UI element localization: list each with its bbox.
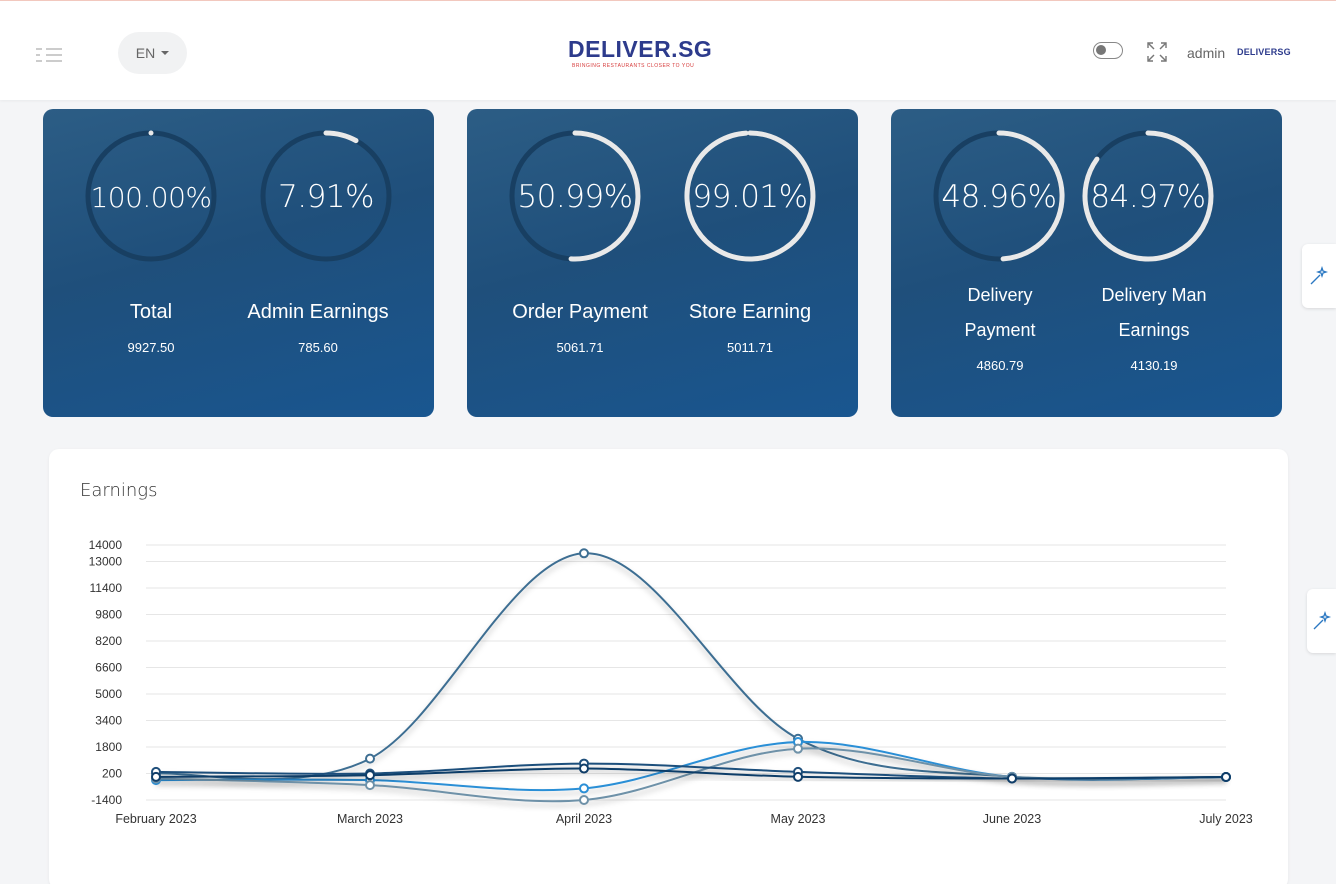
gauge-admin-earnings: 7.91% xyxy=(259,129,393,263)
stat-amount: 5011.71 xyxy=(726,340,774,355)
y-tick-label: 11400 xyxy=(90,581,123,595)
data-point[interactable] xyxy=(793,743,803,754)
menu-toggle-icon[interactable] xyxy=(36,47,62,63)
fullscreen-icon[interactable] xyxy=(1147,42,1167,62)
brand-logo[interactable]: DELIVER.SG BRINGING RESTAURANTS CLOSER T… xyxy=(568,36,713,71)
stat-label: Store Earning xyxy=(688,301,812,323)
magic-wand-icon xyxy=(1310,266,1329,285)
stat-amount: 9927.50 xyxy=(127,340,175,355)
toggle-knob xyxy=(1096,45,1106,55)
stat-amount: 785.60 xyxy=(298,340,338,355)
x-tick-label: July 2023 xyxy=(1199,812,1253,826)
gauge-percent: 50.99% xyxy=(517,179,633,215)
stat-label: Delivery Payment xyxy=(915,278,1085,348)
y-tick-label: 14000 xyxy=(89,538,123,552)
data-point[interactable] xyxy=(151,771,161,782)
logo-text: DELIVER.SG xyxy=(568,36,713,62)
top-header: EN DELIVER.SG BRINGING RESTAURANTS CLOSE… xyxy=(0,1,1336,100)
x-tick-label: June 2023 xyxy=(983,812,1041,826)
y-tick-label: 5000 xyxy=(95,687,122,701)
series-line-2 xyxy=(151,737,1231,794)
y-tick-label: -1400 xyxy=(91,793,122,807)
stat-card-order-payment: 50.99% 99.01% Order Payment Store Earnin… xyxy=(467,109,858,417)
data-point[interactable] xyxy=(1221,771,1231,782)
gauge-percent: 99.01% xyxy=(692,179,808,215)
stat-card-earnings-total: 100.00% 7.91% Total Admin Earnings 9927.… xyxy=(43,109,434,417)
gauge-order-payment: 50.99% xyxy=(508,129,642,263)
caret-down-icon xyxy=(161,51,170,55)
magic-wand-icon xyxy=(1313,611,1331,630)
stat-label: Total xyxy=(129,301,173,323)
data-point[interactable] xyxy=(579,548,589,559)
avatar[interactable]: DELIVERSG xyxy=(1237,47,1291,57)
logo-tagline: BRINGING RESTAURANTS CLOSER TO YOU xyxy=(572,63,695,69)
x-tick-label: April 2023 xyxy=(556,812,612,826)
gauge-percent: 100.00% xyxy=(90,181,212,214)
earnings-chart-card: Earnings 14000 13000 11400 9800 8200 6600 5000… xyxy=(49,449,1288,884)
gauge-total: 100.00% xyxy=(84,129,218,263)
stat-label: Delivery Man Earnings xyxy=(1069,278,1239,348)
customizer-toggle-secondary[interactable] xyxy=(1307,589,1336,653)
series-line-1 xyxy=(151,548,1231,782)
gauge-delivery-payment: 48.96% xyxy=(932,129,1066,263)
data-point[interactable] xyxy=(579,763,589,774)
stat-label-line: Delivery xyxy=(967,285,1033,305)
data-point[interactable] xyxy=(793,771,803,782)
gauge-percent: 48.96% xyxy=(941,179,1057,215)
dark-mode-toggle[interactable] xyxy=(1093,42,1123,59)
stat-amount: 4860.79 xyxy=(976,358,1024,373)
y-tick-label: 6600 xyxy=(95,661,122,675)
language-value: EN xyxy=(135,45,156,61)
y-tick-label: 200 xyxy=(102,767,122,781)
language-selector[interactable]: EN xyxy=(118,32,187,74)
x-tick-label: May 2023 xyxy=(771,812,826,826)
gauge-fill xyxy=(323,130,359,144)
gauge-store-earning: 99.01% xyxy=(683,129,817,263)
series-path xyxy=(155,552,1227,781)
customizer-toggle[interactable] xyxy=(1302,244,1336,308)
y-tick-label: 13000 xyxy=(89,555,123,569)
y-tick-label: 9800 xyxy=(95,608,122,622)
x-tick-label: March 2023 xyxy=(337,812,403,826)
gauge-percent: 7.91% xyxy=(278,179,374,215)
data-point[interactable] xyxy=(365,753,375,764)
stat-label: Admin Earnings xyxy=(247,301,389,323)
stat-label-line: Payment xyxy=(964,320,1036,340)
y-tick-label: 3400 xyxy=(95,714,122,728)
data-point[interactable] xyxy=(365,770,375,781)
y-tick-label: 1800 xyxy=(95,740,122,754)
stat-label: Order Payment xyxy=(512,301,648,323)
x-tick-label: February 2023 xyxy=(115,812,196,826)
data-point[interactable] xyxy=(365,780,375,791)
y-tick-label: 8200 xyxy=(95,634,122,648)
data-point[interactable] xyxy=(1007,773,1017,784)
earnings-line-chart: 14000 13000 11400 9800 8200 6600 5000 3400 1800 2… xyxy=(89,538,1253,826)
data-point[interactable] xyxy=(579,795,589,805)
stat-label-line: Delivery Man xyxy=(1101,285,1207,305)
gauge-delivery-man-earnings: 84.97% xyxy=(1081,129,1215,263)
stat-amount: 4130.19 xyxy=(1130,358,1178,373)
data-point[interactable] xyxy=(579,783,589,794)
user-name[interactable]: admin xyxy=(1187,45,1225,61)
stat-amount: 5061.71 xyxy=(556,340,604,355)
gauge-percent: 84.97% xyxy=(1090,179,1206,215)
stat-label-line: Earnings xyxy=(1118,320,1190,340)
stat-card-delivery: 48.96% 84.97% Delivery Payment Delivery … xyxy=(891,109,1282,417)
